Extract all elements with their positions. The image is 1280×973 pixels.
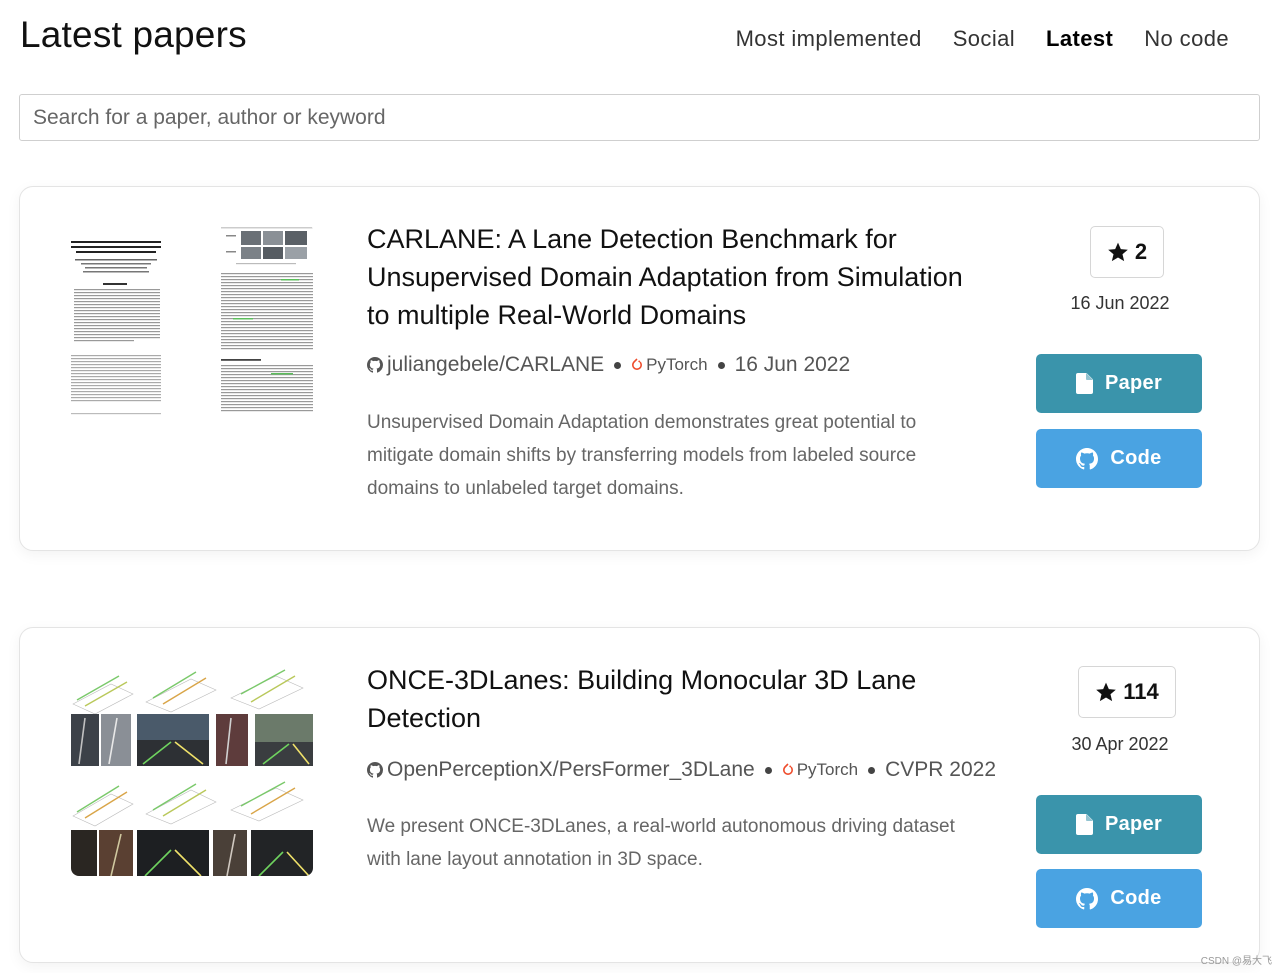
paper-meta: OpenPerceptionX/PersFormer_3DLane PyTorc… [367, 758, 996, 782]
paper-button[interactable]: Paper [1036, 354, 1202, 413]
repo-link[interactable]: juliangebele/CARLANE [367, 353, 604, 377]
star-count[interactable]: 2 [1090, 226, 1164, 278]
github-icon [1076, 447, 1099, 469]
tab-social[interactable]: Social [953, 26, 1015, 52]
github-icon [1076, 887, 1099, 909]
paper-abstract: We present ONCE-3DLanes, a real-world au… [367, 816, 955, 870]
paper-thumbnail[interactable] [71, 664, 313, 876]
framework-name: PyTorch [646, 355, 708, 374]
separator-dot [868, 766, 876, 774]
publish-date: 16 Jun 2022 [1070, 293, 1170, 313]
star-count[interactable]: 114 [1078, 666, 1176, 718]
paper-abstract: Unsupervised Domain Adaptation demonstra… [367, 412, 917, 499]
publish-date: 30 Apr 2022 [1071, 734, 1169, 754]
framework-badge: PyTorch [782, 760, 858, 780]
paper-meta: juliangebele/CARLANE PyTorch 16 Jun 2022 [367, 353, 850, 377]
paper-button-label: Paper [1104, 813, 1163, 835]
paper-button-label: Paper [1104, 372, 1163, 394]
github-icon [367, 357, 383, 373]
code-button[interactable]: Code [1036, 869, 1202, 928]
star-value: 114 [1123, 679, 1159, 704]
search-input[interactable] [19, 94, 1260, 141]
star-icon [1108, 242, 1128, 262]
document-icon [1075, 373, 1093, 394]
page-title: Latest papers [20, 14, 247, 55]
tab-most-implemented[interactable]: Most implemented [736, 26, 922, 52]
venue: CVPR 2022 [885, 758, 997, 781]
paper-title[interactable]: ONCE-3DLanes: Building Monocular 3D Lane… [367, 661, 977, 737]
star-value: 2 [1134, 239, 1148, 264]
separator-dot [614, 361, 622, 369]
paper-title[interactable]: CARLANE: A Lane Detection Benchmark for … [367, 220, 977, 334]
separator-dot [764, 766, 772, 774]
repo-name: OpenPerceptionX/PersFormer_3DLane [387, 758, 755, 781]
code-button-label: Code [1110, 447, 1162, 469]
repo-name: juliangebele/CARLANE [387, 353, 605, 376]
paper-card: CARLANE: A Lane Detection Benchmark for … [19, 186, 1260, 551]
nav-tabs: Most implemented Social Latest No code [736, 26, 1229, 52]
lane-figure-preview [71, 664, 313, 876]
document-icon [1075, 814, 1093, 835]
github-icon [367, 762, 383, 778]
paper-page-preview [71, 223, 313, 435]
repo-link[interactable]: OpenPerceptionX/PersFormer_3DLane [367, 758, 755, 782]
framework-name: PyTorch [796, 760, 859, 779]
venue: 16 Jun 2022 [734, 353, 851, 376]
framework-badge: PyTorch [631, 355, 708, 375]
code-button[interactable]: Code [1036, 429, 1202, 488]
tab-latest[interactable]: Latest [1046, 26, 1113, 52]
star-icon [1096, 682, 1117, 702]
paper-thumbnail[interactable] [71, 223, 313, 435]
code-button-label: Code [1110, 887, 1162, 909]
watermark: CSDN @易大飞 [1200, 956, 1272, 967]
paper-card: ONCE-3DLanes: Building Monocular 3D Lane… [19, 627, 1260, 963]
paper-button[interactable]: Paper [1036, 795, 1202, 854]
tab-no-code[interactable]: No code [1144, 26, 1229, 52]
pytorch-icon [632, 358, 643, 370]
pytorch-icon [782, 763, 793, 775]
header: Latest papers Most implemented Social La… [20, 12, 1260, 62]
separator-dot [717, 361, 725, 369]
